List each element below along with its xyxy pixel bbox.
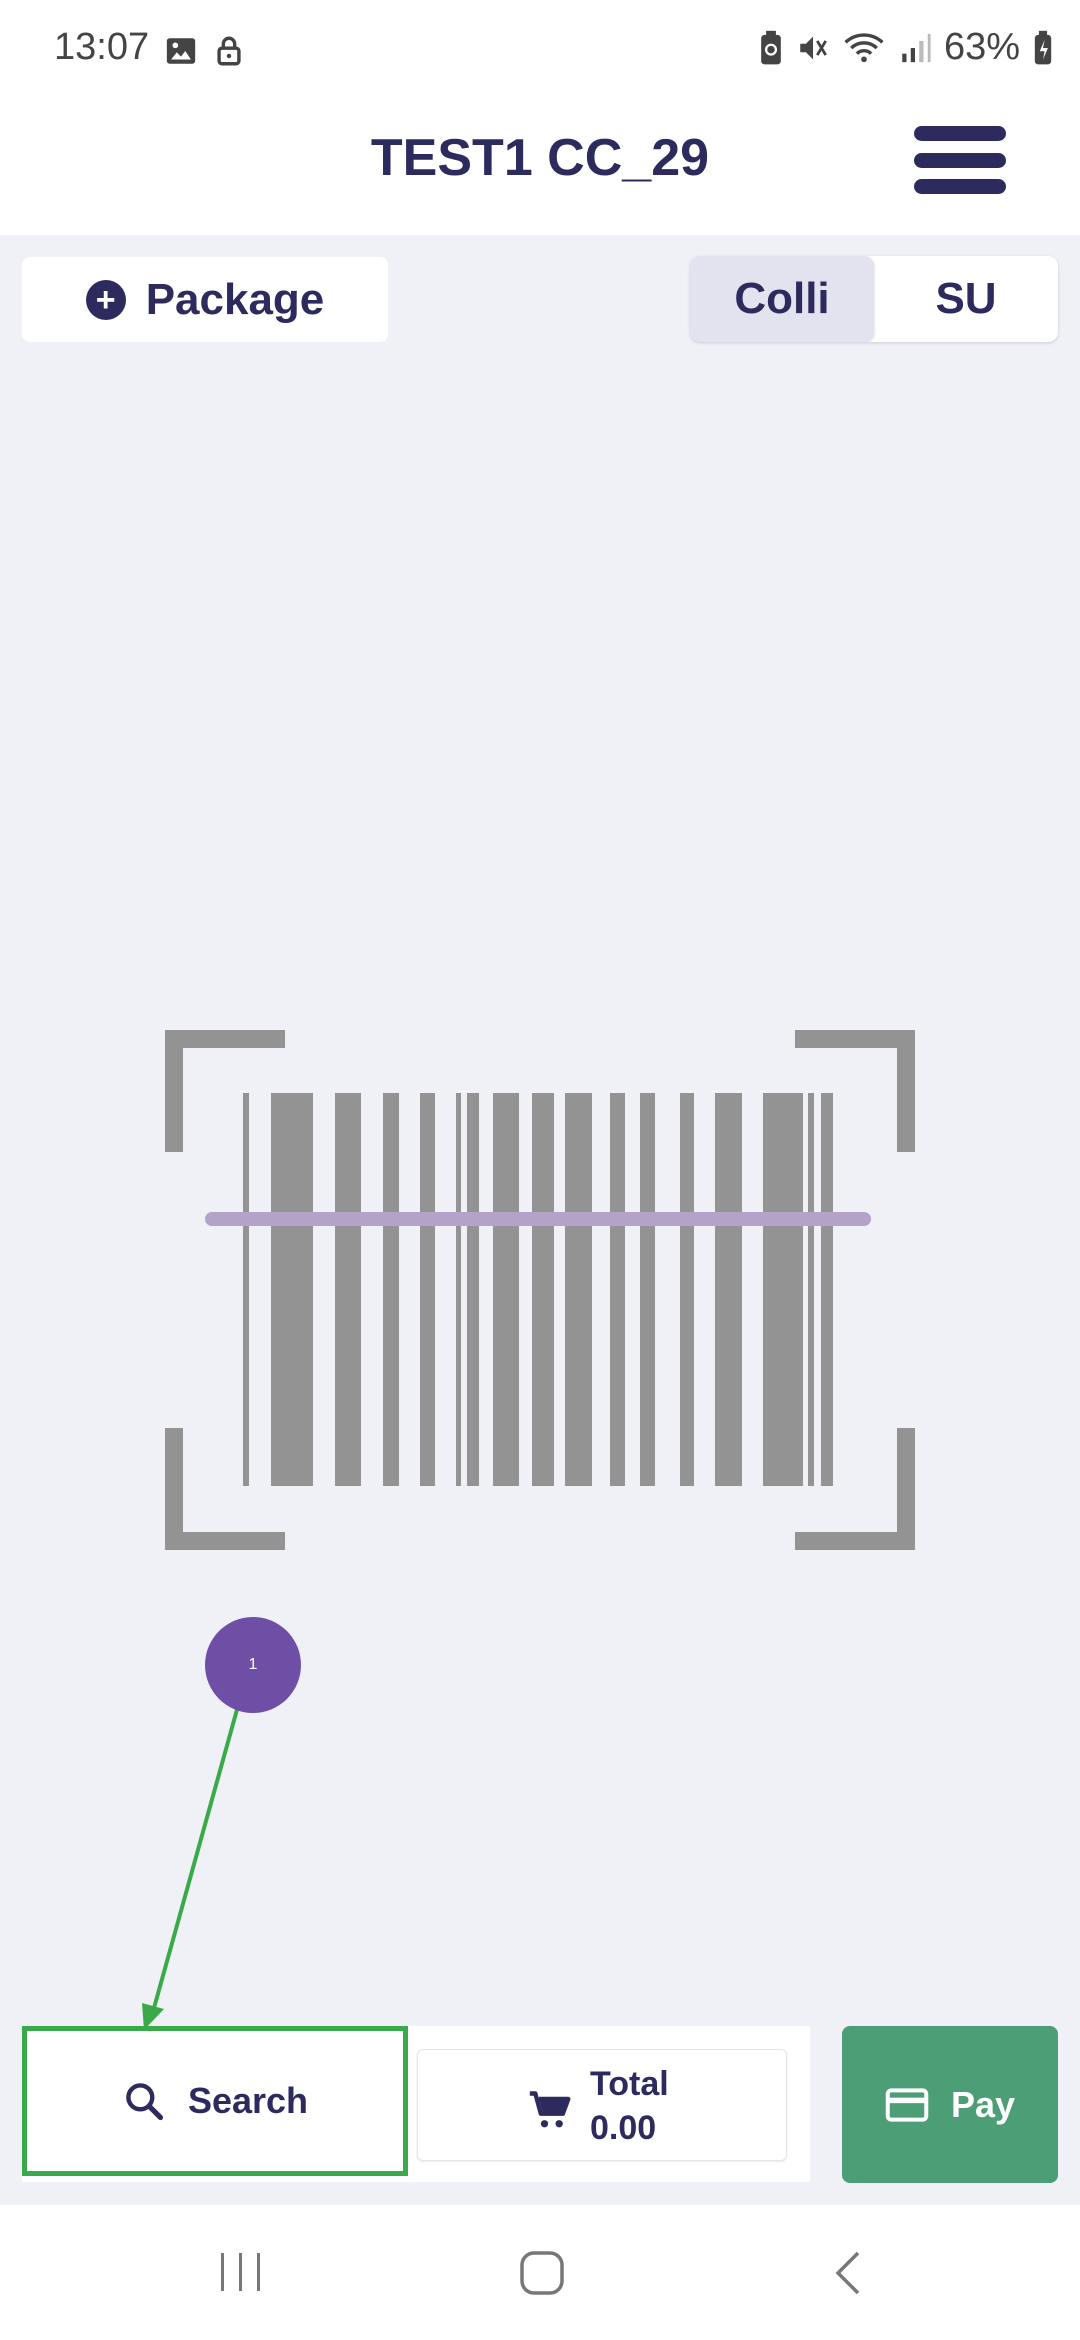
total-text: Total 0.00 [590,2062,669,2150]
menu-bar [914,152,1006,168]
card-icon [885,2087,929,2122]
battery-saver-icon [761,30,781,64]
image-icon [166,38,196,64]
add-package-button[interactable]: + Package [22,257,388,342]
mute-icon [800,36,827,59]
signal-icon [902,33,931,62]
status-time: 13:07 [54,26,150,68]
system-nav-bar [0,2205,1080,2340]
search-label: Search [187,2080,309,2121]
scan-line [205,1212,871,1226]
back-icon[interactable] [828,2249,868,2297]
app-header: TEST1 CC_29 [0,100,1080,235]
total-label: Total [590,2065,669,2103]
status-right-icons: 63% [758,26,1054,69]
cart-icon [529,2091,571,2128]
toggle-su[interactable]: SU [874,256,1058,342]
add-circle-icon: + [85,279,126,320]
package-button-label: Package [145,274,325,324]
recents-icon[interactable] [218,2249,264,2295]
cart-total[interactable]: Total 0.00 [417,2049,787,2161]
menu-bar [914,126,1006,141]
step-marker: 1 [205,1617,301,1713]
toggle-colli[interactable]: Colli [690,256,874,342]
home-icon[interactable] [518,2249,566,2297]
pay-label: Pay [950,2083,1016,2125]
search-button[interactable]: Search [22,2026,408,2176]
status-left-icons [164,34,246,68]
status-bar: 13:07 63% [0,0,1080,100]
battery-percent: 63% [943,26,1020,68]
barcode-scanner-icon [165,1030,915,1550]
battery-icon [1034,30,1052,64]
menu-bar [914,179,1006,194]
total-value: 0.00 [590,2109,657,2147]
pay-button[interactable]: Pay [842,2026,1058,2183]
wifi-icon [844,32,884,62]
menu-icon[interactable] [914,120,1006,200]
mode-toggle: Colli SU [690,256,1058,342]
lock-icon [217,36,241,66]
search-icon [126,2083,164,2121]
